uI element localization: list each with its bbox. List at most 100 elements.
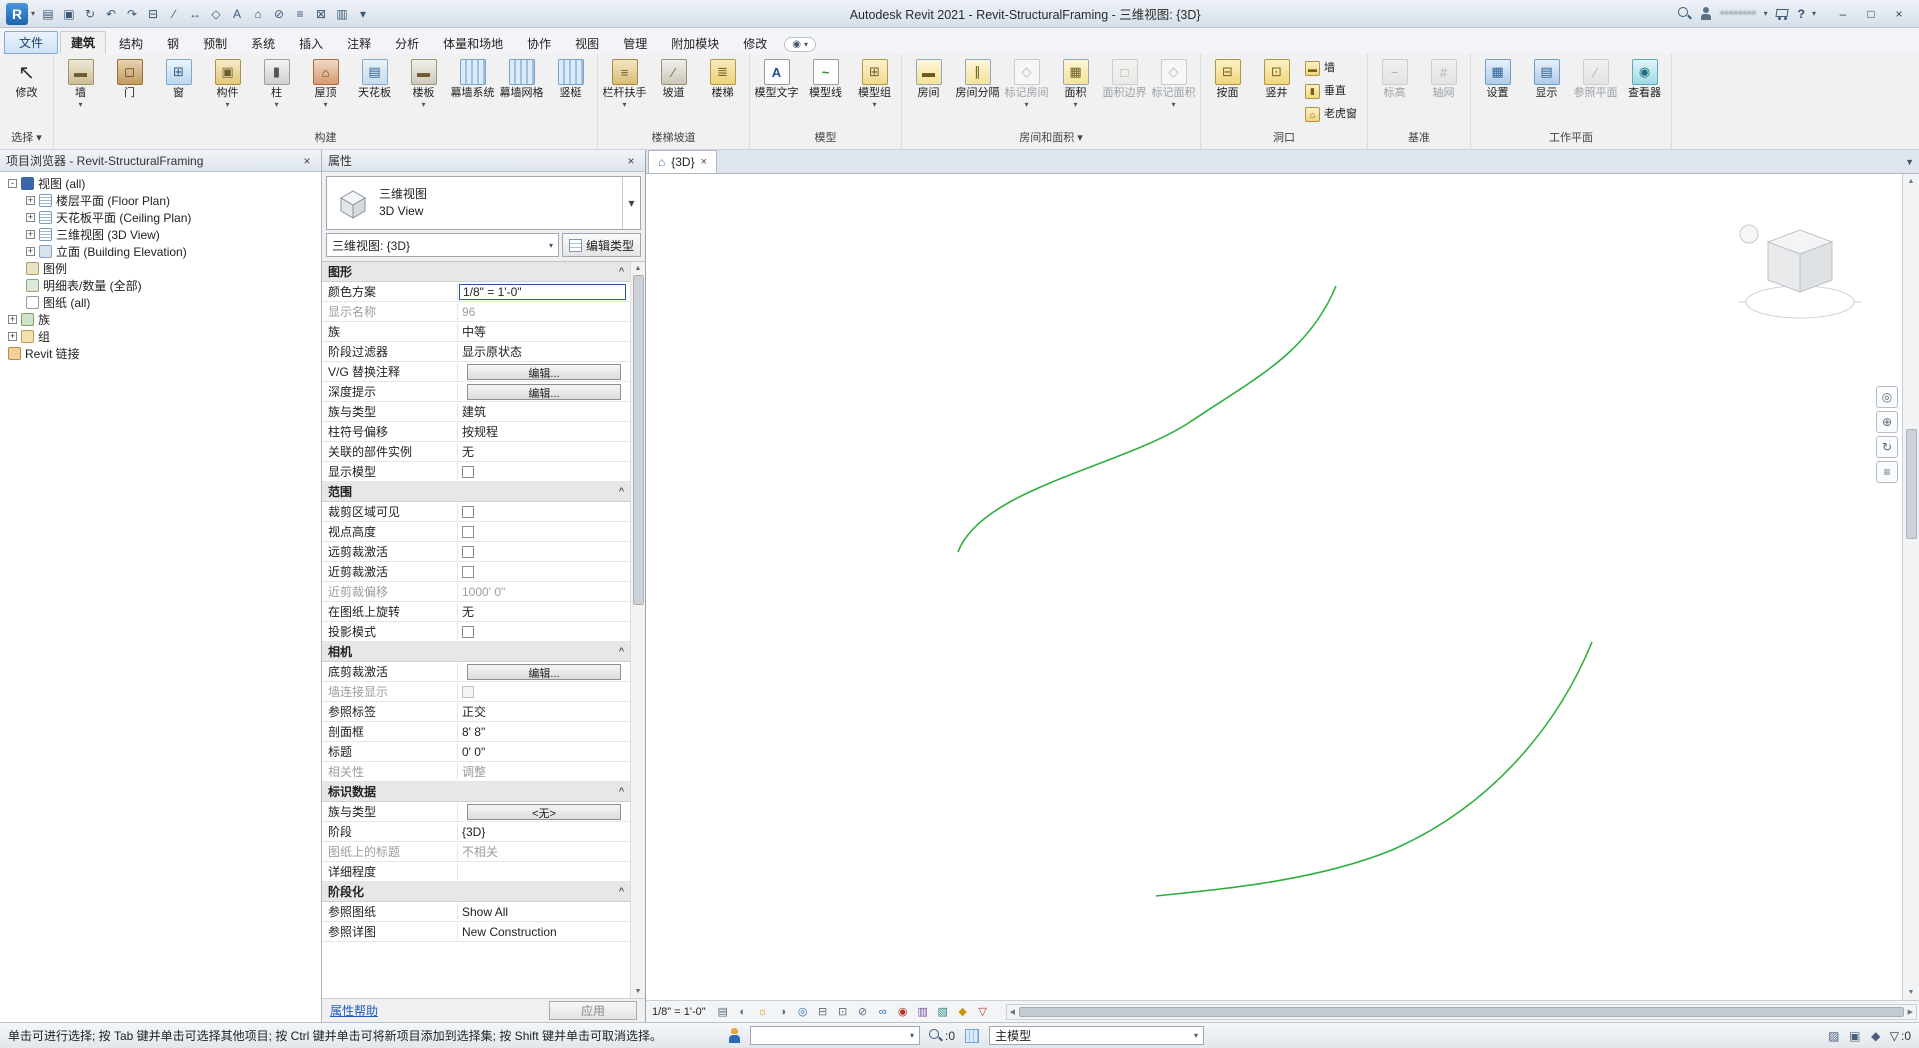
ribbon-button[interactable]: ⊞ 窗 (155, 57, 202, 127)
property-value[interactable]: 中等 中等 (458, 322, 630, 341)
account-menu-arrow-icon[interactable] (1764, 9, 1768, 18)
ribbon-button[interactable]: ▬ 楼板▾ (400, 57, 447, 127)
tree-expander[interactable]: + (8, 315, 17, 324)
collapse-chevron-icon[interactable] (619, 646, 624, 658)
ribbon-panel-label[interactable]: 构建 (57, 127, 594, 147)
tree-expander[interactable]: - (8, 179, 17, 188)
close-button[interactable]: × (1885, 4, 1913, 24)
property-row[interactable]: 图纸上的标题 不相关 不相关 (322, 842, 630, 862)
show-constraints-icon[interactable]: ▽ (974, 1003, 992, 1021)
tree-item[interactable]: + 天花板平面 (Ceiling Plan) (0, 209, 321, 226)
zoom-icon[interactable]: ⊕ (1876, 411, 1898, 433)
edit-type-button[interactable]: 编辑类型 (562, 233, 641, 257)
property-row[interactable]: 底剪裁激活 编辑... 编辑... (322, 662, 630, 682)
thin-lines-icon[interactable]: ≡ (290, 4, 310, 24)
design-options-icon[interactable] (963, 1027, 981, 1045)
ribbon-tab[interactable]: 结构 (108, 31, 154, 54)
ribbon-button[interactable]: ▤ 天花板 (351, 57, 398, 127)
tree-expander[interactable]: + (26, 196, 35, 205)
property-row[interactable]: 柱符号偏移 按规程 按规程 (322, 422, 630, 442)
ribbon-panel-label[interactable]: 洞口 (1204, 127, 1364, 147)
orbit-icon[interactable]: ↻ (1876, 436, 1898, 458)
property-row[interactable]: 近剪裁激活 (322, 562, 630, 582)
property-value[interactable] (458, 502, 630, 521)
search-icon[interactable] (1677, 6, 1692, 21)
ribbon-button[interactable]: ▬ 墙 (1302, 57, 1364, 80)
property-value[interactable] (458, 542, 630, 561)
property-value[interactable]: 无 无 (458, 442, 630, 461)
view-scale-button[interactable]: 1/8" = 1'-0" (652, 1006, 706, 1018)
apply-button[interactable]: 应用 (549, 1001, 637, 1020)
pan-icon[interactable]: ≡ (1876, 461, 1898, 483)
edit-button[interactable]: 编辑... (467, 384, 621, 400)
ribbon-button[interactable]: # 轴网 (1420, 57, 1467, 127)
account-name[interactable]: ▪▪▪▪▪▪▪▪ (1720, 8, 1756, 19)
ribbon-button[interactable]: ≣ 楼梯 (699, 57, 746, 127)
temporary-view-properties-icon[interactable]: ▥ (914, 1003, 932, 1021)
active-workset-dropdown[interactable] (750, 1026, 920, 1045)
tree-item[interactable]: + 族 (0, 311, 321, 328)
property-value[interactable]: 无 无 (458, 602, 630, 621)
property-row[interactable]: 族与类型 <无> <无> (322, 802, 630, 822)
property-row[interactable]: 详细程度 (322, 862, 630, 882)
checkbox[interactable] (462, 566, 474, 578)
measure-icon[interactable]: ∕ (164, 4, 184, 24)
show-crop-icon[interactable]: ⊡ (834, 1003, 852, 1021)
file-tab[interactable]: 文件 (4, 31, 58, 54)
save-icon[interactable]: ▣ (59, 4, 79, 24)
ribbon-button[interactable]: ▬ 墙▾ (57, 57, 104, 127)
property-value[interactable]: 建筑 建筑 (458, 402, 630, 421)
tree-expander[interactable]: + (26, 230, 35, 239)
checkbox[interactable] (462, 466, 474, 478)
property-row[interactable]: 显示模型 (322, 462, 630, 482)
ribbon-button[interactable]: ≡ 栏杆扶手▾ (601, 57, 648, 127)
property-value[interactable] (458, 682, 630, 701)
ribbon-panel-label[interactable]: 楼梯坡道 (601, 127, 746, 147)
property-value[interactable] (458, 562, 630, 581)
property-row[interactable]: 视点高度 (322, 522, 630, 542)
redo-icon[interactable]: ↷ (122, 4, 142, 24)
property-value[interactable]: 1000' 0" 1000' 0" (458, 582, 630, 601)
ribbon-button[interactable]: ◉ 查看器 (1621, 57, 1668, 127)
ribbon-button[interactable]: ~ 模型线 (802, 57, 849, 127)
reveal-hidden-elements-icon[interactable]: ◉ (894, 1003, 912, 1021)
property-value[interactable]: 正交 正交 (458, 702, 630, 721)
sync-icon[interactable]: ↻ (80, 4, 100, 24)
property-row[interactable]: 远剪裁激活 (322, 542, 630, 562)
account-icon[interactable] (1699, 7, 1713, 21)
property-row[interactable]: 参照标签 正交 正交 (322, 702, 630, 722)
property-value[interactable]: Show All Show All (458, 902, 630, 921)
ribbon-button[interactable]: 幕墙网格 (498, 57, 545, 127)
checkbox[interactable] (462, 626, 474, 638)
property-row[interactable]: 阶段过滤器 显示原状态 显示原状态 (322, 342, 630, 362)
checkbox[interactable] (462, 526, 474, 538)
property-row[interactable]: 显示名称 96 96 (322, 302, 630, 322)
property-row[interactable]: 阶段 {3D} {3D} (322, 822, 630, 842)
scroll-up-icon[interactable]: ▲ (1908, 174, 1915, 189)
edit-button[interactable]: <无> (467, 804, 621, 820)
scroll-down-icon[interactable]: ▼ (1908, 985, 1915, 1000)
undo-icon[interactable]: ↶ (101, 4, 121, 24)
rendering-dialog-icon[interactable]: ◎ (794, 1003, 812, 1021)
close-icon[interactable]: × (623, 154, 639, 168)
ribbon-button[interactable]: ◻ 门 (106, 57, 153, 127)
ribbon-button[interactable]: ▤ 显示 (1523, 57, 1570, 127)
model-canvas[interactable]: ◎⊕↻≡ (646, 174, 1902, 1000)
tree-item[interactable]: 图纸 (all) (0, 294, 321, 311)
property-value[interactable]: 8' 8" 8' 8" (458, 722, 630, 741)
ribbon-button[interactable]: − 标高 (1371, 57, 1418, 127)
property-row[interactable]: 族 中等 中等 (322, 322, 630, 342)
property-row[interactable]: 图形 (322, 262, 630, 282)
ribbon-tab[interactable]: 体量和场地 (432, 31, 514, 54)
design-option-dropdown[interactable]: 主模型 (989, 1026, 1204, 1045)
property-value[interactable] (458, 622, 630, 641)
property-row[interactable]: 近剪裁偏移 1000' 0" 1000' 0" (322, 582, 630, 602)
ribbon-button[interactable]: ∕ 坡道 (650, 57, 697, 127)
ribbon-button[interactable]: 竖梃 (547, 57, 594, 127)
property-row[interactable]: V/G 替换注释 编辑... 编辑... (322, 362, 630, 382)
checkbox[interactable] (462, 546, 474, 558)
ribbon-tab[interactable]: 协作 (516, 31, 562, 54)
checkbox[interactable] (462, 506, 474, 518)
property-row[interactable]: 相机 (322, 642, 630, 662)
property-row[interactable]: 参照图纸 Show All Show All (322, 902, 630, 922)
